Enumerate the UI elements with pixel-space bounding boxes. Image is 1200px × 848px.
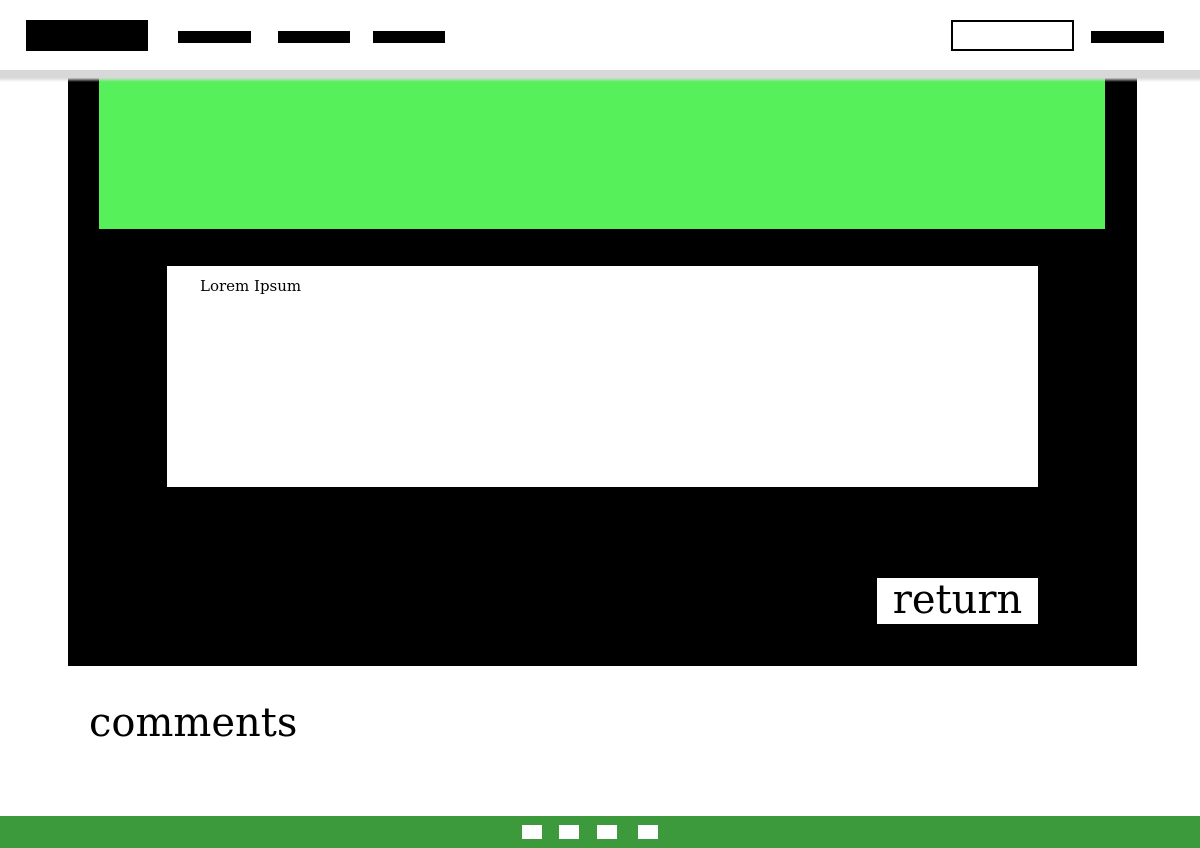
header-shadow [0,70,1200,82]
nav-link-2[interactable] [278,31,350,43]
text-box-label: Lorem Ipsum [200,277,302,295]
footer-link-3[interactable] [597,825,617,839]
hero-banner [99,70,1105,229]
account-link[interactable] [1091,31,1164,43]
footer-link-1[interactable] [522,825,542,839]
site-logo[interactable] [26,20,148,51]
main-content-panel: Lorem Ipsum return [68,70,1137,666]
text-content-box: Lorem Ipsum [167,266,1038,487]
comments-heading: comments [89,700,298,746]
footer-link-4[interactable] [638,825,658,839]
site-header [0,0,1200,70]
site-footer [0,816,1200,848]
footer-link-2[interactable] [559,825,579,839]
nav-link-3[interactable] [373,31,445,43]
search-input[interactable] [951,20,1074,51]
return-button[interactable]: return [877,578,1038,624]
nav-link-1[interactable] [178,31,251,43]
